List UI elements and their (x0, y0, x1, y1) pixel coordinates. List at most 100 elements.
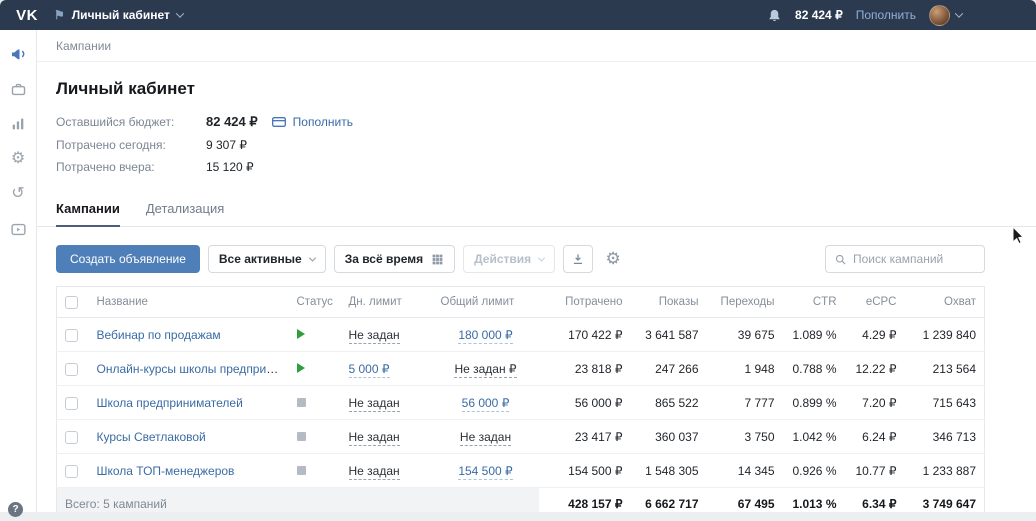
reach-cell: 1 233 887 (904, 453, 985, 488)
budget-label: Оставшийся бюджет: (56, 115, 175, 129)
ecpc-cell: 7.20 ₽ (844, 385, 905, 420)
spent-cell: 154 500 ₽ (538, 453, 631, 488)
day-limit-value[interactable]: Не задан (348, 395, 400, 412)
toolbar: Создать объявление Все активные За всё в… (56, 245, 985, 273)
campaign-name-link[interactable]: Онлайн-курсы школы предприн… (97, 362, 285, 376)
spent-yesterday-label: Потрачено вчера: (56, 160, 155, 174)
status-filter-label: Все активные (218, 252, 302, 266)
row-checkbox[interactable] (65, 464, 78, 478)
campaign-name-link[interactable]: Курсы Светлаковой (97, 430, 206, 444)
ecpc-cell: 6.24 ₽ (844, 419, 905, 454)
ads-flag-icon: ⚑ (54, 8, 65, 22)
account-name: Личный кабинет (71, 8, 170, 22)
shows-cell: 865 522 (630, 385, 707, 420)
topup-link[interactable]: Пополнить (293, 115, 353, 129)
period-filter-label: За всё время (344, 252, 424, 266)
topbar: VK ⚑ Личный кабинет 82 424 ₽ Пополнить (0, 0, 1036, 30)
row-checkbox[interactable] (65, 362, 78, 376)
table-settings-button gear-icon[interactable]: ⚙ (601, 245, 625, 273)
sidebar-item-campaigns megaphone-icon[interactable] (9, 44, 27, 64)
vk-logo[interactable]: VK (0, 7, 54, 24)
campaign-search[interactable] (825, 245, 985, 273)
sidebar: ⚙ ↺ ? (0, 30, 37, 521)
vk-ads-cabinet: VK ⚑ Личный кабинет 82 424 ₽ Пополнить ⚙… (0, 0, 1036, 521)
col-clicks[interactable]: Переходы (706, 286, 783, 318)
campaign-name-link[interactable]: Вебинар по продажам (97, 328, 221, 342)
sidebar-item-statistics chart-icon[interactable] (10, 114, 26, 134)
breadcrumb[interactable]: Кампании (37, 30, 1036, 62)
create-ad-button[interactable]: Создать объявление (56, 245, 200, 273)
user-menu[interactable] (929, 4, 964, 26)
row-checkbox[interactable] (65, 328, 78, 342)
clicks-cell: 39 675 (706, 317, 783, 352)
sidebar-item-settings gear-icon[interactable]: ⚙ (11, 149, 25, 169)
total-limit-value[interactable]: Не задан (459, 429, 512, 446)
col-total-limit[interactable]: Общий лимит (432, 286, 539, 318)
export-download-button download-icon[interactable] (563, 245, 594, 273)
actions-dropdown[interactable]: Действия (463, 245, 556, 273)
status-icon (296, 431, 306, 441)
table-row[interactable]: Школа предпринимателей Не задан 56 000 ₽… (56, 385, 985, 420)
balance-amount: 82 424 ₽ (795, 8, 843, 22)
table-row[interactable]: Онлайн-курсы школы предприн… 5 000 ₽ Не … (56, 351, 985, 386)
breadcrumb-campaigns[interactable]: Кампании (56, 39, 111, 53)
col-spent[interactable]: Потрачено (538, 286, 631, 318)
day-limit-value[interactable]: 5 000 ₽ (348, 361, 390, 378)
status-icon (296, 362, 305, 373)
spent-today-value: 9 307 ₽ (206, 138, 247, 152)
select-all-checkbox[interactable] (65, 295, 78, 309)
table-body: Вебинар по продажам Не задан 180 000 ₽ 1… (56, 317, 985, 488)
total-limit-value[interactable]: Не задан ₽ (454, 361, 517, 378)
total-limit-value[interactable]: 56 000 ₽ (461, 395, 510, 412)
campaign-name-link[interactable]: Школа предпринимателей (97, 396, 243, 410)
clicks-cell: 7 777 (706, 385, 783, 420)
table-row[interactable]: Вебинар по продажам Не задан 180 000 ₽ 1… (56, 317, 985, 352)
sidebar-item-history undo-icon[interactable]: ↺ (11, 184, 24, 204)
avatar (929, 4, 950, 26)
row-checkbox[interactable] (65, 396, 78, 410)
status-filter-dropdown[interactable]: Все активные (207, 245, 326, 273)
col-day-limit[interactable]: Дн. лимит (340, 286, 433, 318)
reach-cell: 213 564 (904, 351, 985, 386)
search-input[interactable] (853, 252, 976, 266)
col-status[interactable]: Статус (288, 286, 341, 318)
day-limit-value[interactable]: Не задан (348, 327, 400, 344)
col-name[interactable]: Название (88, 286, 289, 318)
period-filter-dropdown[interactable]: За всё время (333, 245, 456, 273)
sidebar-item-video play-video-icon[interactable] (10, 219, 27, 239)
campaign-name-link[interactable]: Школа ТОП-менеджеров (97, 464, 235, 478)
col-ctr[interactable]: CTR (782, 286, 845, 318)
day-limit-value[interactable]: Не задан (348, 463, 400, 480)
shows-cell: 3 641 587 (630, 317, 707, 352)
total-limit-value[interactable]: 180 000 ₽ (458, 327, 513, 344)
shows-cell: 1 548 305 (630, 453, 707, 488)
ctr-cell: 0.899 % (782, 385, 845, 420)
notifications-bell-icon[interactable] (767, 8, 782, 23)
tab-campaigns[interactable]: Кампании (56, 195, 120, 227)
tab-details[interactable]: Детализация (146, 195, 224, 226)
col-shows[interactable]: Показы (630, 286, 707, 318)
col-ecpc[interactable]: eCPC (844, 286, 905, 318)
chevron-down-icon (954, 9, 964, 18)
tabs: Кампании Детализация (37, 195, 1036, 227)
ecpc-cell: 10.77 ₽ (844, 453, 905, 488)
row-checkbox[interactable] (65, 430, 78, 444)
spent-today-row: Потрачено сегодня: 9 307 ₽ (56, 138, 985, 152)
help-button question-icon[interactable]: ? (8, 502, 23, 517)
status-icon (296, 328, 305, 339)
search-icon (834, 253, 847, 266)
clicks-cell: 3 750 (706, 419, 783, 454)
col-reach[interactable]: Охват (904, 286, 985, 318)
clicks-cell: 14 345 (706, 453, 783, 488)
account-switcher[interactable]: ⚑ Личный кабинет (54, 8, 185, 22)
table-row[interactable]: Школа ТОП-менеджеров Не задан 154 500 ₽ … (56, 453, 985, 488)
day-limit-value[interactable]: Не задан (348, 429, 400, 446)
ctr-cell: 1.042 % (782, 419, 845, 454)
table-header-row: Название Статус Дн. лимит Общий лимит По… (56, 286, 985, 318)
total-limit-value[interactable]: 154 500 ₽ (458, 463, 513, 480)
table-row[interactable]: Курсы Светлаковой Не задан Не задан 23 4… (56, 419, 985, 454)
topup-link-topbar[interactable]: Пополнить (856, 8, 916, 22)
topbar-right: 82 424 ₽ Пополнить (767, 4, 964, 26)
sidebar-item-cases briefcase-icon[interactable] (10, 79, 27, 99)
spent-cell: 170 422 ₽ (538, 317, 631, 352)
